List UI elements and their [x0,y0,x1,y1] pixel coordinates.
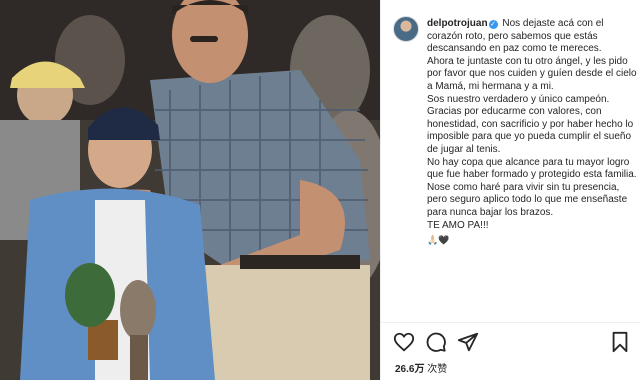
share-icon [457,332,479,352]
like-button[interactable] [393,331,415,353]
action-bar [381,322,640,358]
caption-paragraph: Sos nuestro verdadero y único campeón. [427,93,610,105]
caption-paragraph: TE AMO PA!!! [427,219,489,231]
comment-icon [426,332,446,352]
post-sidebar: delpotrojuan ✓ Nos dejaste acá con el cor… [380,0,640,380]
caption-paragraph: Ahora te juntaste con tu otro ángel, y l… [427,55,637,92]
verified-badge-icon: ✓ [488,20,498,29]
bookmark-icon [612,331,628,353]
caption-area: delpotrojuan ✓ Nos dejaste acá con el cor… [393,14,637,314]
comment-button[interactable] [425,331,447,353]
likes-label: 次赞 [427,364,448,375]
caption-paragraph: Nose como haré para vivir sin tu presenc… [427,181,628,218]
avatar[interactable] [393,16,419,42]
caption-paragraph: No hay copa que alcance para tu mayor lo… [427,156,637,181]
likes-count[interactable]: 26.6万 次赞 [395,360,447,375]
photo-illustration [0,0,380,380]
share-button[interactable] [457,331,479,353]
post-caption: delpotrojuan ✓ Nos dejaste acá con el cor… [427,18,637,247]
likes-number: 26.6万 [395,364,425,375]
caption-emoji: 🙏🏻🖤 [427,235,450,246]
heart-icon [393,332,415,352]
post-photo[interactable] [0,0,380,380]
save-button[interactable] [609,331,631,353]
caption-paragraph: Gracias por educarme con valores, con ho… [427,106,634,155]
username-link[interactable]: delpotrojuan [427,18,488,29]
